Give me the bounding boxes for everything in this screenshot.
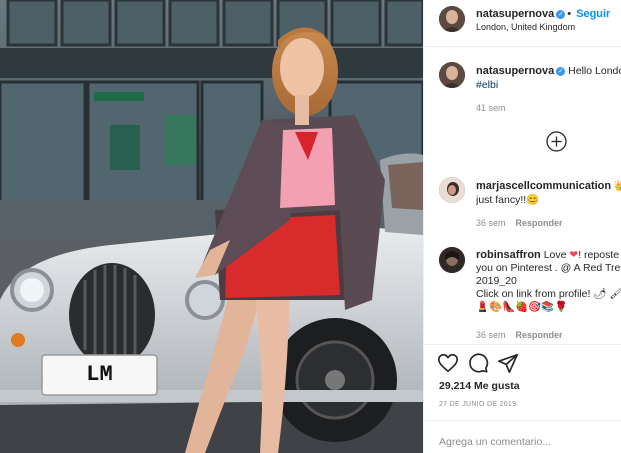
comment-text-b: ! reposte — [578, 249, 620, 261]
header-divider — [424, 46, 621, 47]
comment-username[interactable]: robinsaffron — [476, 249, 541, 261]
actions-divider — [424, 344, 621, 345]
likes-count[interactable]: 29,214 Me gusta — [439, 380, 520, 392]
load-more-plus-icon[interactable] — [546, 131, 567, 152]
comment-body: robinsaffron Love ❤! reposte you on Pint… — [476, 249, 621, 314]
post-actions — [437, 352, 617, 374]
reply-button[interactable]: Responder — [516, 218, 563, 228]
post-date[interactable]: 27 DE JUNIO DE 2019 — [439, 401, 516, 408]
caption-time[interactable]: 41 sem — [476, 103, 506, 113]
follow-button[interactable]: Seguir — [576, 8, 610, 20]
comment-time[interactable]: 36 sem — [476, 330, 506, 340]
caption-hashtag[interactable]: #elbi — [476, 79, 498, 91]
caption-avatar[interactable] — [439, 62, 465, 88]
comment-meta: 36 sem Responder — [476, 330, 563, 340]
comment-text-line2: you on Pinterest . @ A Red Tre — [476, 262, 621, 274]
comment-text-line4: Click on link from profile! 🌶 🖌 — [476, 288, 621, 300]
comment-username[interactable]: marjascellcommunication — [476, 180, 611, 192]
crown-emoji: 👑 — [614, 180, 621, 192]
verified-icon: ✓ — [556, 67, 566, 76]
header-top-line: natasupernova ✓ • Seguir — [476, 8, 610, 20]
caption-text: Hello London — [568, 65, 621, 77]
comment-text-a: Love — [543, 249, 567, 261]
author-username[interactable]: natasupernova — [476, 8, 554, 20]
add-comment-input[interactable]: Agrega un comentario... — [439, 436, 609, 448]
verified-icon: ✓ — [556, 10, 566, 19]
post-caption: natasupernova✓ Hello London #elbi 41 sem — [439, 62, 621, 117]
post-location[interactable]: London, United Kingdom — [476, 22, 575, 32]
comment-body: marjascellcommunication 👑 just fancy!!😊 — [476, 179, 621, 207]
license-plate: LM — [86, 362, 113, 387]
post-sidebar: natasupernova ✓ • Seguir London, United Kin… — [423, 0, 621, 453]
comment-text-line3: 2019_20 — [476, 275, 517, 287]
caption-body: natasupernova✓ Hello London #elbi — [476, 64, 621, 92]
comment-item: marjascellcommunication 👑 just fancy!!😊 … — [439, 177, 621, 237]
composer-divider — [424, 420, 621, 421]
dot-separator: • — [567, 8, 572, 20]
author-avatar[interactable] — [439, 6, 465, 32]
commenter-avatar[interactable] — [439, 247, 465, 273]
share-icon[interactable] — [497, 352, 519, 374]
heart-icon[interactable] — [437, 352, 459, 374]
post-header: natasupernova ✓ • Seguir London, United Kin… — [439, 6, 621, 34]
heart-emoji: ❤ — [569, 249, 579, 261]
comment-meta: 36 sem Responder — [476, 218, 563, 228]
post-photo[interactable]: LM — [0, 0, 423, 453]
comment-icon[interactable] — [467, 352, 489, 374]
comment-item: robinsaffron Love ❤! reposte you on Pint… — [439, 247, 621, 347]
comment-emoji-line: 💄🎨👠🍓🎯📚🌹 — [476, 301, 568, 313]
comment-text: just fancy!!😊 — [476, 194, 540, 206]
comment-time[interactable]: 36 sem — [476, 218, 506, 228]
reply-button[interactable]: Responder — [516, 330, 563, 340]
caption-username[interactable]: natasupernova — [476, 65, 554, 77]
commenter-avatar[interactable] — [439, 177, 465, 203]
